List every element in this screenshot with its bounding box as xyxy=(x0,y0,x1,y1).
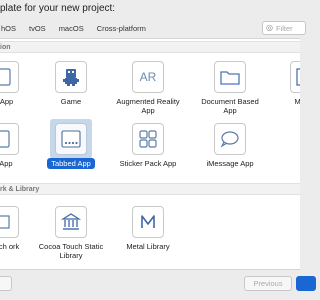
template-label: Augmented Reality App xyxy=(116,97,180,115)
template-grid: ion w App Game AR Augmented Reality App xyxy=(0,38,300,270)
template-label: Cocoa Touch Static Library xyxy=(38,242,104,260)
template-label: iMessage App xyxy=(206,159,254,168)
template-metal-library[interactable]: Metal Library xyxy=(112,206,184,264)
ar-icon-text: AR xyxy=(139,70,157,84)
template-label: Metal Library xyxy=(126,242,170,251)
tab-macos[interactable]: macOS xyxy=(58,24,85,33)
metal-library-icon xyxy=(132,206,164,238)
template-tabbed-app[interactable]: Tabbed App xyxy=(35,119,107,181)
tab-cross-platform[interactable]: Cross-platform xyxy=(96,24,147,33)
game-icon xyxy=(55,61,87,93)
augmented-reality-icon: AR xyxy=(132,61,164,93)
master-detail-icon xyxy=(290,61,300,93)
sticker-pack-icon xyxy=(132,123,164,155)
cancel-button[interactable] xyxy=(0,276,12,291)
template-document-based-app[interactable]: Document Based App xyxy=(194,61,266,119)
template-augmented-reality-app[interactable]: AR Augmented Reality App xyxy=(112,61,184,119)
filter-input[interactable]: ◎ Filter xyxy=(262,21,306,35)
template-page-based-app[interactable]: d App xyxy=(0,123,39,181)
cocoa-touch-framework-icon xyxy=(0,206,19,238)
previous-button[interactable]: Previous xyxy=(244,276,292,291)
template-label: Document Based App xyxy=(201,97,259,115)
dialog-title: plate for your new project: xyxy=(0,3,116,14)
imessage-app-icon xyxy=(214,123,246,155)
folder-icon xyxy=(214,61,246,93)
template-game[interactable]: Game xyxy=(35,61,107,119)
template-single-view-app[interactable]: w App xyxy=(0,61,39,119)
platform-tabs: hOS tvOS macOS Cross-platform xyxy=(0,21,147,35)
next-button[interactable] xyxy=(296,276,316,291)
tab-ios[interactable]: hOS xyxy=(0,24,17,33)
filter-placeholder: Filter xyxy=(276,24,293,33)
static-library-icon xyxy=(55,206,87,238)
dialog-footer: Previous xyxy=(0,270,316,300)
single-view-app-icon xyxy=(0,61,19,93)
template-imessage-app[interactable]: iMessage App xyxy=(194,123,266,181)
template-label: Master xyxy=(270,97,300,106)
page-based-app-icon xyxy=(0,123,19,155)
template-label: w App xyxy=(0,97,14,106)
section-header-framework-library: rk & Library xyxy=(0,183,300,195)
template-cocoa-touch-static-library[interactable]: Cocoa Touch Static Library xyxy=(35,206,107,264)
template-cocoa-touch-framework[interactable]: Touch ork xyxy=(0,206,39,264)
template-label: Touch ork xyxy=(0,242,20,251)
template-label: Sticker Pack App xyxy=(119,159,177,168)
tab-tvos[interactable]: tvOS xyxy=(28,24,47,33)
template-sticker-pack-app[interactable]: Sticker Pack App xyxy=(112,123,184,181)
tabbed-app-icon xyxy=(55,123,87,155)
template-label: Tabbed App xyxy=(35,158,107,169)
template-label: d App xyxy=(0,159,13,168)
section-header-application: ion xyxy=(0,41,300,53)
template-label: Game xyxy=(60,97,82,106)
filter-icon: ◎ xyxy=(266,23,273,32)
template-master-detail-app[interactable]: Master xyxy=(270,61,300,119)
